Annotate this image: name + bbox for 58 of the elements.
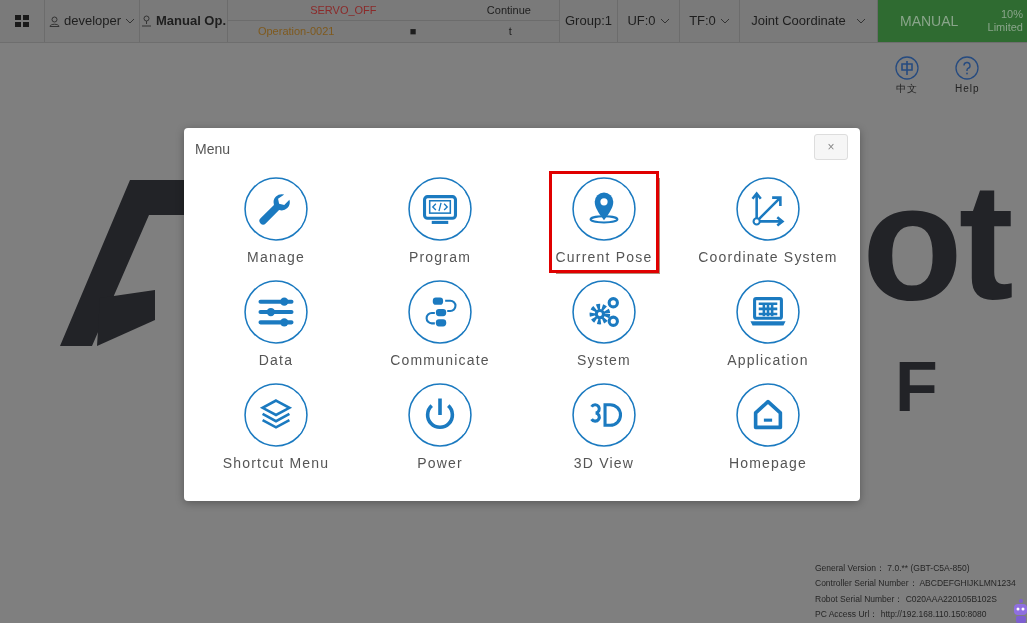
chevron-down-icon <box>659 18 670 24</box>
operation-mode: MANUAL <box>900 11 959 31</box>
speed-value: 10% <box>999 8 1023 21</box>
menu-item[interactable]: Data <box>239 277 313 373</box>
robot-mascot-icon <box>1013 598 1027 623</box>
help-icon <box>955 56 980 80</box>
servo-status: SERVO_OFF <box>309 2 378 18</box>
gears-icon <box>571 279 637 345</box>
home-icon <box>735 382 801 448</box>
laptop-icon <box>735 279 801 345</box>
stop-symbol: ■ <box>408 24 418 40</box>
info-line: General Version： 7.0.** (GBT-C5A-850) <box>815 562 971 575</box>
dialog-title: Menu <box>195 140 231 159</box>
logo-text: F <box>895 352 938 422</box>
menu-item[interactable]: 3D View <box>567 380 641 476</box>
step-mode: t <box>507 24 513 40</box>
speed-state: Limited <box>987 21 1023 34</box>
menu-item[interactable]: Current Pose <box>551 174 657 270</box>
wrench-icon <box>243 176 309 242</box>
help-button[interactable]: Help <box>955 56 980 96</box>
logo-text: ot <box>862 160 1012 325</box>
axes-icon <box>735 176 801 242</box>
user-menu[interactable]: developer <box>63 11 122 31</box>
tool-frame-select[interactable]: TF:0 <box>689 11 716 31</box>
grid-menu-icon[interactable] <box>15 14 29 28</box>
power-icon <box>407 382 473 448</box>
menu-item[interactable]: Application <box>723 277 813 373</box>
chevron-down-icon <box>855 18 866 24</box>
chevron-down-icon <box>125 18 136 24</box>
mode-label: Manual Op. <box>155 12 227 31</box>
menu-item[interactable]: System <box>567 277 641 373</box>
info-line: Robot Serial Number： C020AAA220105B102S <box>815 592 998 606</box>
menu-item[interactable]: Communicate <box>386 277 494 373</box>
cube-3d-icon <box>571 382 637 448</box>
person-icon <box>48 15 60 27</box>
language-button[interactable]: 中文 <box>895 56 919 96</box>
program-name: Operation-0021 <box>256 24 336 40</box>
menu-item[interactable]: Shortcut Menu <box>218 380 334 476</box>
chevron-down-icon <box>719 18 730 24</box>
run-mode: Continue <box>485 2 532 18</box>
code-monitor-icon <box>407 176 473 242</box>
menu-item[interactable]: Coordinate System <box>694 174 842 270</box>
chinese-language-icon <box>895 56 919 80</box>
layers-icon <box>243 382 309 448</box>
info-line: Controller Serial Number： ABCDEFGHIJKLMN1234 <box>815 577 1016 591</box>
data-flow-icon <box>407 279 473 345</box>
menu-item[interactable]: Program <box>403 174 477 270</box>
location-pin-icon <box>571 176 637 242</box>
menu-item[interactable]: Homepage <box>724 380 812 476</box>
close-button[interactable]: × <box>814 134 848 160</box>
group-label: Group:1 <box>565 12 612 31</box>
info-line: PC Access Url： http://192.168.110.150:8080 <box>815 608 988 622</box>
coordinate-select[interactable]: Joint Coordinate <box>751 11 846 31</box>
user-frame-select[interactable]: UF:0 <box>627 11 656 31</box>
operator-icon <box>140 15 152 27</box>
sliders-icon <box>243 279 309 345</box>
menu-item[interactable]: Power <box>403 380 477 476</box>
menu-item[interactable]: Manage <box>239 174 313 270</box>
